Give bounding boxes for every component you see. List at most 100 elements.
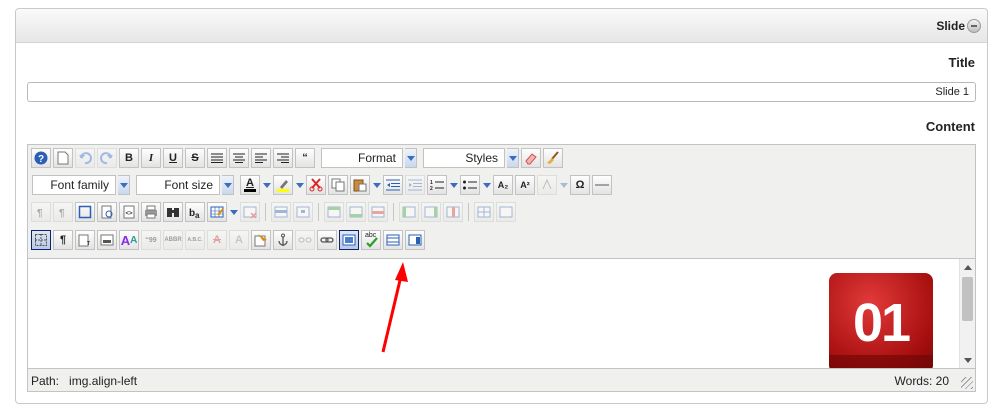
anchor-icon[interactable] bbox=[273, 230, 293, 250]
paste-text-icon[interactable]: T bbox=[75, 230, 95, 250]
resize-handle-icon[interactable] bbox=[961, 377, 973, 389]
charmap-button[interactable]: Ω bbox=[570, 175, 590, 195]
numbered-list-icon[interactable]: 12 bbox=[427, 175, 447, 195]
insert-table-icon[interactable] bbox=[207, 202, 227, 222]
layer-icon[interactable] bbox=[405, 230, 425, 250]
forecolor-split[interactable] bbox=[262, 175, 271, 195]
row-props-icon[interactable] bbox=[271, 202, 291, 222]
slide-image[interactable]: 01 bbox=[829, 273, 933, 368]
row-after-icon[interactable] bbox=[346, 202, 366, 222]
strikethrough-button[interactable]: S bbox=[185, 148, 205, 168]
horizontal-rule-icon[interactable] bbox=[592, 175, 612, 195]
paste-icon[interactable] bbox=[350, 175, 370, 195]
format-select[interactable]: Format bbox=[321, 148, 403, 168]
ltr-icon[interactable]: ¶ bbox=[31, 202, 51, 222]
redo-icon[interactable] bbox=[97, 148, 117, 168]
scroll-thumb[interactable] bbox=[962, 277, 973, 321]
toolbar-separator bbox=[318, 203, 319, 221]
toolbar-separator bbox=[393, 203, 394, 221]
font-size-select[interactable]: Font size bbox=[136, 175, 220, 195]
editor-statusbar: Path: img.align-left Words: 20 bbox=[28, 368, 975, 391]
fullscreen-icon[interactable] bbox=[75, 202, 95, 222]
font-family-select[interactable]: Font family bbox=[32, 175, 116, 195]
highlight-icon[interactable] bbox=[273, 175, 293, 195]
unlink-icon[interactable] bbox=[295, 230, 315, 250]
align-right-icon[interactable] bbox=[273, 148, 293, 168]
toolbar-separator bbox=[265, 203, 266, 221]
row-before-icon[interactable] bbox=[324, 202, 344, 222]
indent-icon[interactable] bbox=[405, 175, 425, 195]
show-blocks-button[interactable]: ¶ bbox=[53, 230, 73, 250]
styles-dropdown-arrow[interactable] bbox=[507, 148, 519, 168]
numbered-list-split[interactable] bbox=[449, 175, 458, 195]
col-before-icon[interactable] bbox=[399, 202, 419, 222]
rich-text-editor: ? B I U S “ Format Styles Font family Fo… bbox=[27, 144, 976, 392]
fonts-button[interactable]: AA bbox=[119, 230, 139, 250]
table-split[interactable] bbox=[229, 202, 238, 222]
collapse-icon[interactable] bbox=[967, 19, 981, 33]
split-cells-icon[interactable] bbox=[474, 202, 494, 222]
template-icon[interactable] bbox=[383, 230, 403, 250]
backcolor-split[interactable] bbox=[559, 175, 568, 195]
link-icon[interactable] bbox=[317, 230, 337, 250]
find-icon[interactable] bbox=[163, 202, 183, 222]
bullet-list-split[interactable] bbox=[482, 175, 491, 195]
visual-aid-icon[interactable] bbox=[31, 230, 51, 250]
panel-header: Slide bbox=[16, 9, 987, 43]
font-size-dropdown-arrow[interactable] bbox=[222, 175, 234, 195]
bold-button[interactable]: B bbox=[119, 148, 139, 168]
acronym-button[interactable]: A.B.C. bbox=[185, 230, 205, 250]
spellcheck-button[interactable]: abc bbox=[361, 230, 381, 250]
scroll-down-arrow-icon[interactable] bbox=[964, 358, 972, 363]
merge-cells-icon[interactable] bbox=[496, 202, 516, 222]
eraser-icon[interactable] bbox=[521, 148, 541, 168]
backcolor-icon[interactable] bbox=[537, 175, 557, 195]
font-family-dropdown-arrow[interactable] bbox=[118, 175, 130, 195]
svg-text:?: ? bbox=[38, 154, 44, 165]
format-dropdown-arrow[interactable] bbox=[405, 148, 417, 168]
del-button[interactable]: A bbox=[207, 230, 227, 250]
highlight-split[interactable] bbox=[295, 175, 304, 195]
forecolor-button[interactable]: A bbox=[240, 175, 260, 195]
justify-full-icon[interactable] bbox=[207, 148, 227, 168]
scroll-up-arrow-icon[interactable] bbox=[964, 265, 972, 270]
paste-split[interactable] bbox=[372, 175, 381, 195]
italic-button[interactable]: I bbox=[141, 148, 161, 168]
undo-icon[interactable] bbox=[75, 148, 95, 168]
styles-select[interactable]: Styles bbox=[423, 148, 505, 168]
help-icon[interactable]: ? bbox=[31, 148, 51, 168]
editor-content-area[interactable]: 01 bbox=[28, 258, 975, 368]
col-after-icon[interactable] bbox=[421, 202, 441, 222]
replace-icon[interactable]: ba bbox=[185, 202, 205, 222]
cite-button[interactable]: ‘‘99 bbox=[141, 230, 161, 250]
delete-table-icon[interactable] bbox=[240, 202, 260, 222]
copy-icon[interactable] bbox=[328, 175, 348, 195]
title-input[interactable] bbox=[27, 82, 976, 102]
underline-button[interactable]: U bbox=[163, 148, 183, 168]
html-source-icon[interactable]: <> bbox=[119, 202, 139, 222]
preview-icon[interactable] bbox=[97, 202, 117, 222]
align-center-icon[interactable] bbox=[229, 148, 249, 168]
attributes-icon[interactable] bbox=[251, 230, 271, 250]
path-value[interactable]: img.align-left bbox=[69, 374, 137, 388]
editor-scrollbar[interactable] bbox=[959, 259, 975, 368]
bullet-list-icon[interactable] bbox=[460, 175, 480, 195]
svg-text:¶: ¶ bbox=[59, 208, 65, 218]
new-document-icon[interactable] bbox=[53, 148, 73, 168]
cut-icon[interactable] bbox=[306, 175, 326, 195]
cell-props-icon[interactable] bbox=[293, 202, 313, 222]
rtl-icon[interactable]: ¶ bbox=[53, 202, 73, 222]
paste-word-icon[interactable] bbox=[97, 230, 117, 250]
subscript-button[interactable]: A₂ bbox=[493, 175, 513, 195]
delete-col-icon[interactable] bbox=[443, 202, 463, 222]
blockquote-button[interactable]: “ bbox=[295, 148, 315, 168]
broom-icon[interactable] bbox=[543, 148, 563, 168]
align-left-icon[interactable] bbox=[251, 148, 271, 168]
print-icon[interactable] bbox=[141, 202, 161, 222]
abbr-button[interactable]: ABBR bbox=[163, 230, 183, 250]
delete-row-icon[interactable] bbox=[368, 202, 388, 222]
ins-button[interactable]: A bbox=[229, 230, 249, 250]
superscript-button[interactable]: A² bbox=[515, 175, 535, 195]
outdent-icon[interactable] bbox=[383, 175, 403, 195]
insert-image-icon[interactable] bbox=[339, 230, 359, 250]
